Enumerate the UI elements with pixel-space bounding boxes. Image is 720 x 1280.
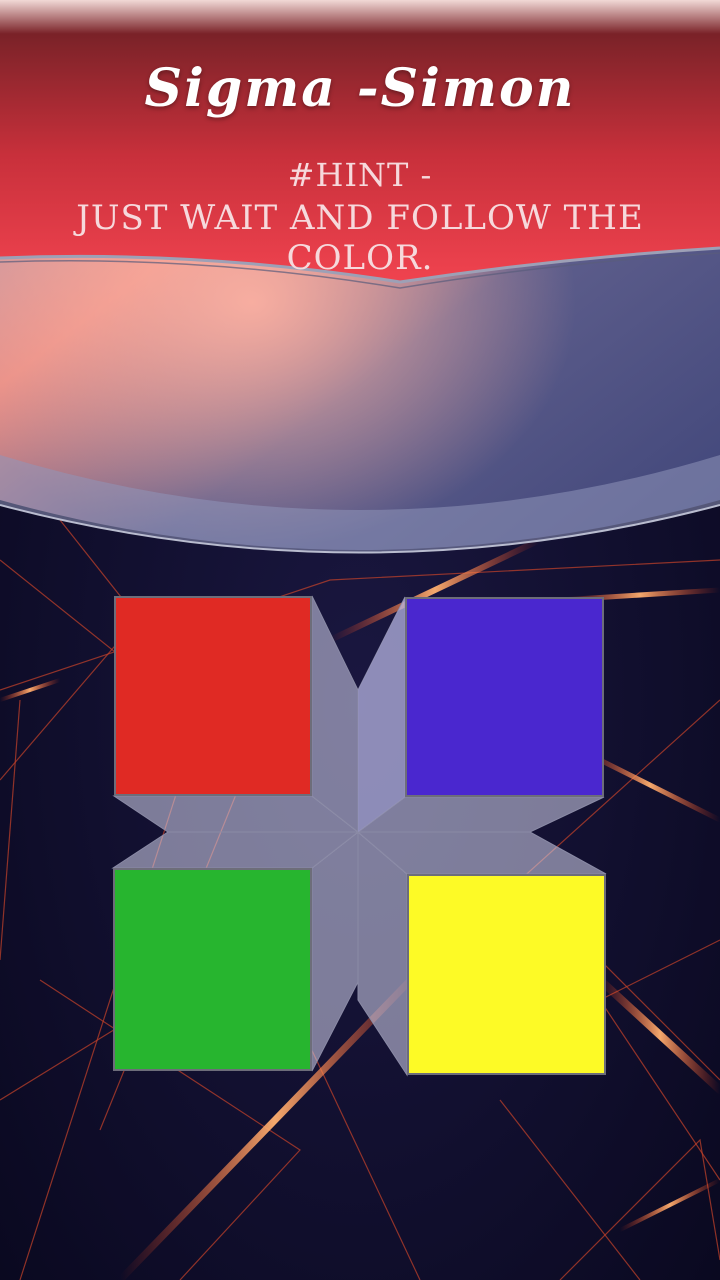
green-pad-button[interactable] [113,868,312,1071]
yellow-pad-button[interactable] [407,874,606,1075]
red-pad-button[interactable] [114,596,312,796]
pad-connector-glass [111,595,607,1077]
blue-pad-button[interactable] [405,597,604,797]
